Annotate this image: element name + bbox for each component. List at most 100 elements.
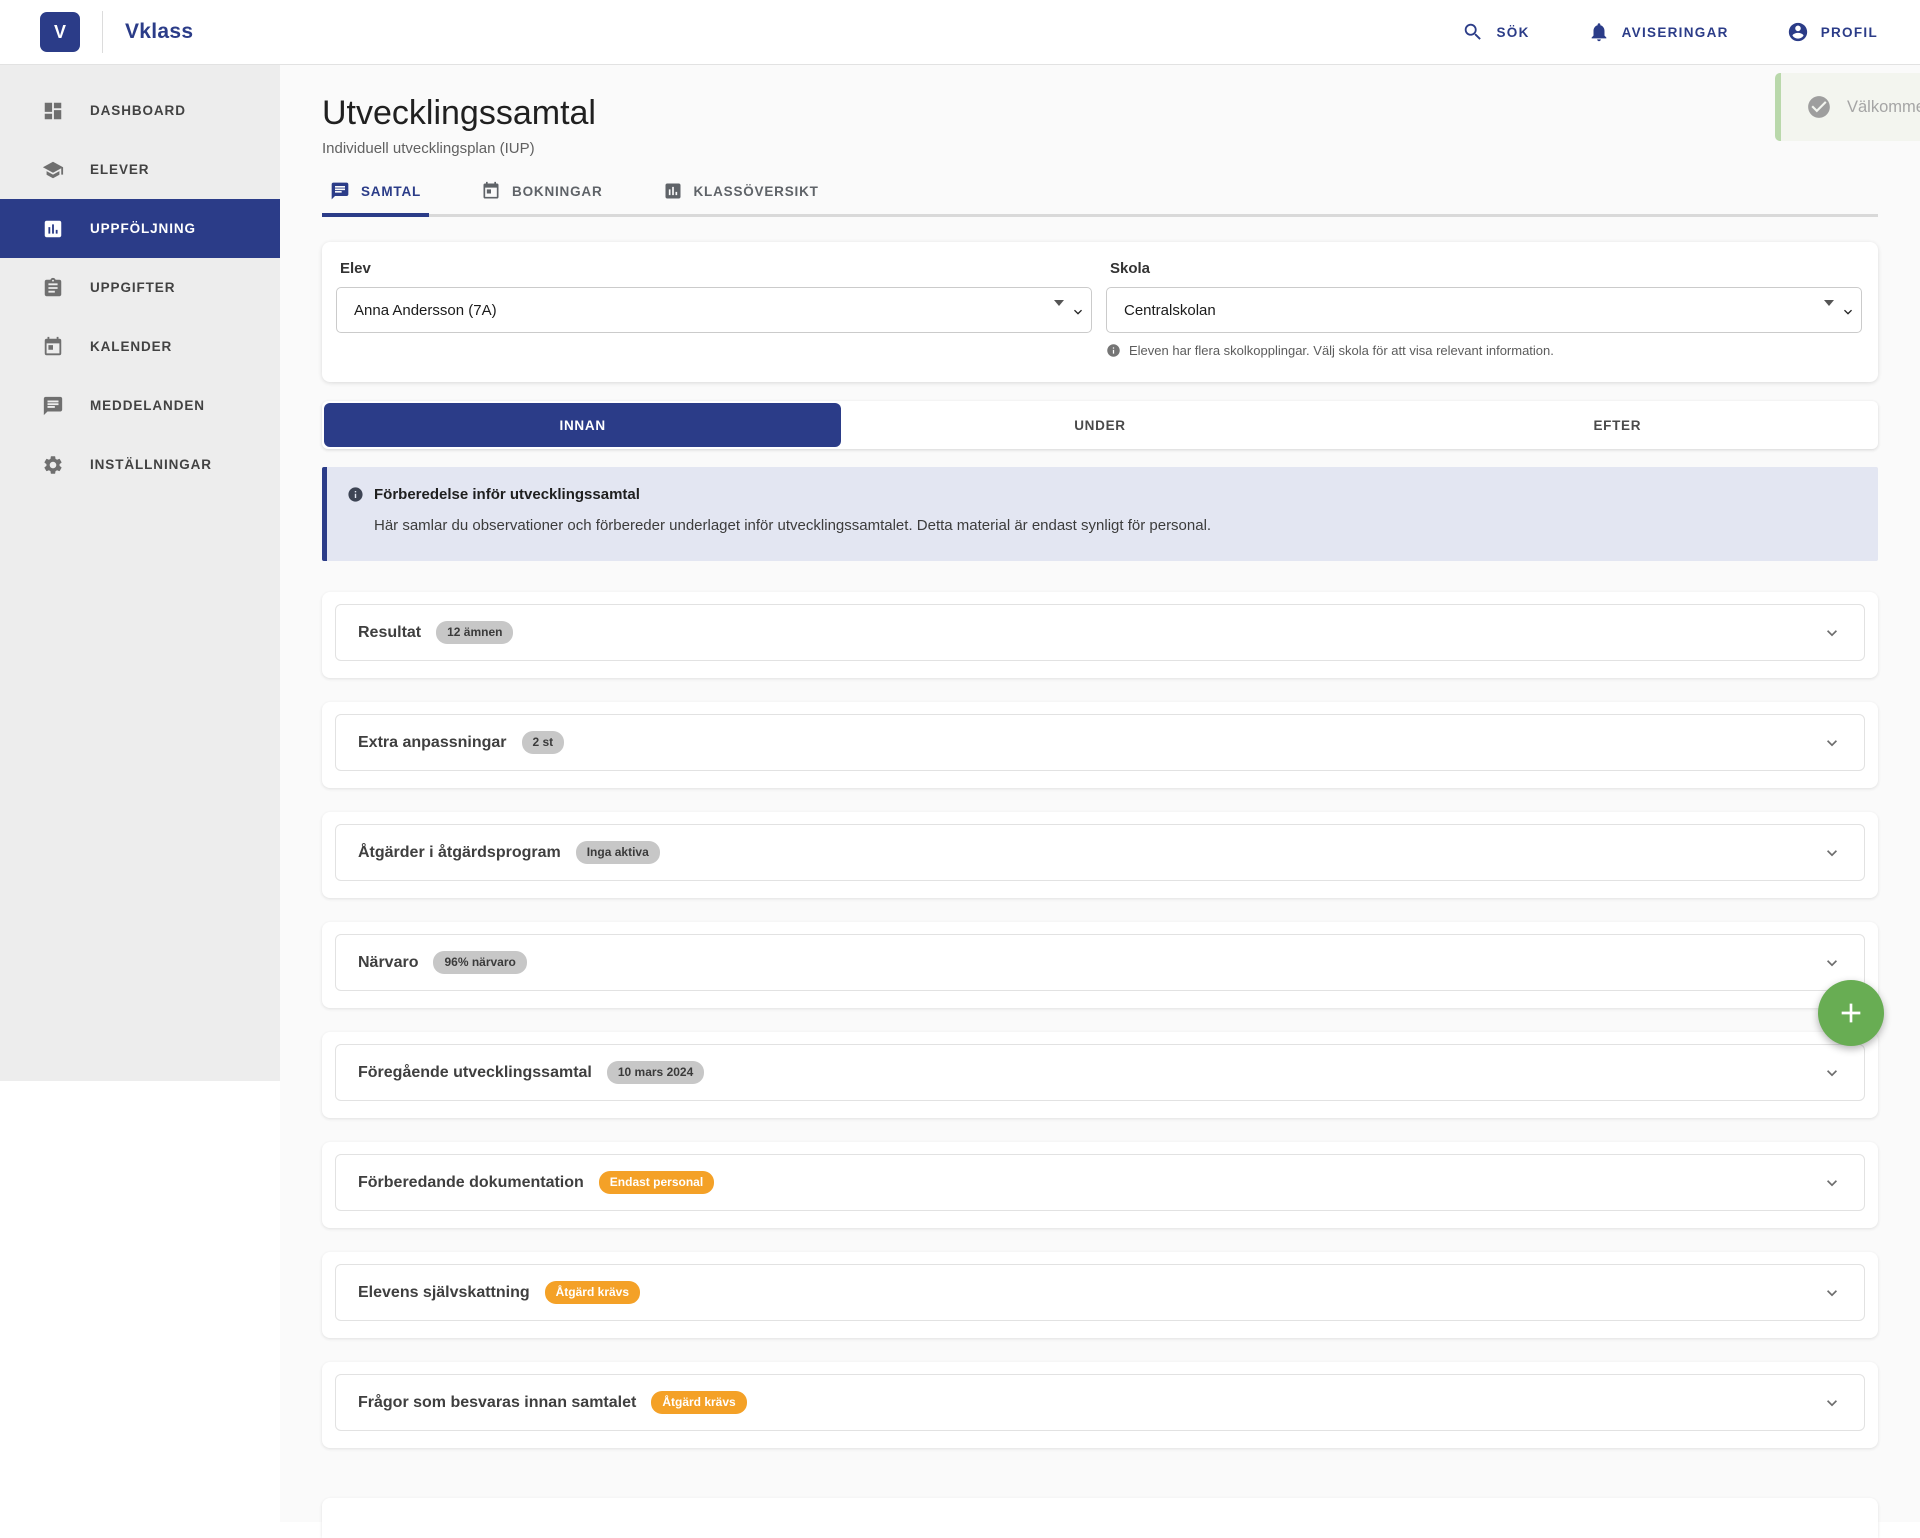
status-badge: 96% närvaro <box>433 951 526 974</box>
gear-icon <box>42 454 64 476</box>
section-card-extra-anpassningar: Extra anpassningar 2 st <box>322 702 1878 788</box>
sidebar-item-label: DASHBOARD <box>90 103 186 118</box>
accordion-header[interactable]: Närvaro 96% närvaro <box>335 934 1865 991</box>
page-title: Utvecklingssamtal <box>322 93 1878 133</box>
chevron-down-icon[interactable] <box>1822 1063 1842 1083</box>
student-filter: Elev Anna Andersson (7A) <box>336 258 1092 358</box>
accordion-header[interactable]: Åtgärder i åtgärdsprogram Inga aktiva <box>335 824 1865 881</box>
sidebar: DASHBOARD ELEVER UPPFÖLJNING UPPGIFTER K… <box>0 65 280 1081</box>
info-icon <box>347 486 364 503</box>
accordion-header[interactable]: Förberedande dokumentation Endast person… <box>335 1154 1865 1211</box>
chart-icon <box>663 181 683 201</box>
chevron-down-icon[interactable] <box>1822 623 1842 643</box>
info-banner-body: Här samlar du observationer och förbered… <box>374 517 1854 534</box>
student-select[interactable]: Anna Andersson (7A) <box>336 287 1092 333</box>
tab-label: SAMTAL <box>361 184 421 199</box>
status-badge: 2 st <box>522 731 565 754</box>
status-badge: Åtgärd krävs <box>651 1391 746 1414</box>
chevron-down-icon[interactable] <box>1822 1393 1842 1413</box>
app-logo[interactable]: V <box>40 12 80 52</box>
tab-bokningar[interactable]: BOKNINGAR <box>473 172 610 214</box>
school-icon <box>42 159 64 181</box>
school-hint-text: Eleven har flera skolkopplingar. Välj sk… <box>1129 343 1554 358</box>
accordion-title: Förberedande dokumentation <box>358 1174 584 1192</box>
sidebar-item-inst-llningar[interactable]: INSTÄLLNINGAR <box>0 435 280 494</box>
sidebar-item-uppf-ljning[interactable]: UPPFÖLJNING <box>0 199 280 258</box>
person-icon <box>1787 21 1809 43</box>
calendar-icon <box>481 181 501 201</box>
tab-label: KLASSÖVERSIKT <box>694 184 819 199</box>
chevron-down-icon[interactable] <box>1822 953 1842 973</box>
status-badge: 10 mars 2024 <box>607 1061 704 1084</box>
phase-segmented-control: INNAN UNDER EFTER <box>322 401 1878 449</box>
main-content: Utvecklingssamtal Individuell utveckling… <box>280 65 1920 1522</box>
search-button[interactable]: SÖK <box>1462 21 1529 43</box>
section-card-elevens-sj-lvskattning: Elevens självskattning Åtgärd krävs <box>322 1252 1878 1338</box>
topbar-actions: SÖK AVISERINGAR PROFIL <box>1462 21 1920 43</box>
chevron-down-icon[interactable] <box>1822 843 1842 863</box>
phase-label: EFTER <box>1593 418 1641 433</box>
student-select-label: Elev <box>336 258 1092 287</box>
partial-card <box>322 1498 1878 1538</box>
tab-bar: SAMTAL BOKNINGAR KLASSÖVERSIKT <box>322 172 1878 217</box>
info-banner-header: Förberedelse inför utvecklingssamtal <box>347 486 1854 503</box>
accordion-header[interactable]: Extra anpassningar 2 st <box>335 714 1865 771</box>
sidebar-item-label: KALENDER <box>90 339 172 354</box>
tab-samtal[interactable]: SAMTAL <box>322 172 429 214</box>
sidebar-item-meddelanden[interactable]: MEDDELANDEN <box>0 376 280 435</box>
logo-letter: V <box>54 22 66 43</box>
accordion-header[interactable]: Resultat 12 ämnen <box>335 604 1865 661</box>
info-banner-title: Förberedelse inför utvecklingssamtal <box>374 486 640 503</box>
toast-notification: Välkommen ti <box>1775 73 1920 141</box>
section-list: Resultat 12 ämnen Extra anpassningar 2 s… <box>322 592 1878 1448</box>
status-badge: Åtgärd krävs <box>545 1281 640 1304</box>
triangle-down-icon <box>1824 300 1834 306</box>
phase-button-efter[interactable]: EFTER <box>1359 403 1876 447</box>
sidebar-item-label: MEDDELANDEN <box>90 398 205 413</box>
sidebar-item-label: UPPGIFTER <box>90 280 175 295</box>
toast-message: Välkommen ti <box>1847 98 1920 117</box>
accordion-title: Närvaro <box>358 954 418 972</box>
notifications-button[interactable]: AVISERINGAR <box>1588 21 1729 43</box>
triangle-down-icon <box>1054 300 1064 306</box>
status-badge: 12 ämnen <box>436 621 513 644</box>
school-select[interactable]: Centralskolan <box>1106 287 1862 333</box>
page-subtitle: Individuell utvecklingsplan (IUP) <box>322 140 1878 157</box>
info-banner: Förberedelse inför utvecklingssamtal Här… <box>322 467 1878 561</box>
school-select-value: Centralskolan <box>1124 302 1216 319</box>
accordion-title: Extra anpassningar <box>358 734 507 752</box>
phase-label: INNAN <box>560 418 606 433</box>
sidebar-item-uppgifter[interactable]: UPPGIFTER <box>0 258 280 317</box>
student-select-value: Anna Andersson (7A) <box>354 302 497 319</box>
search-icon <box>1462 21 1484 43</box>
chat-icon <box>42 395 64 417</box>
school-hint: Eleven har flera skolkopplingar. Välj sk… <box>1106 343 1862 358</box>
notifications-label: AVISERINGAR <box>1622 25 1729 40</box>
school-filter: Skola Centralskolan Eleven har flera sko… <box>1106 258 1862 358</box>
plus-icon <box>1835 997 1867 1029</box>
sidebar-item-label: UPPFÖLJNING <box>90 221 196 236</box>
sidebar-item-kalender[interactable]: KALENDER <box>0 317 280 376</box>
section-card-f-rberedande-dokumentation: Förberedande dokumentation Endast person… <box>322 1142 1878 1228</box>
sidebar-item-elever[interactable]: ELEVER <box>0 140 280 199</box>
phase-button-innan[interactable]: INNAN <box>324 403 841 447</box>
accordion-header[interactable]: Frågor som besvaras innan samtalet Åtgär… <box>335 1374 1865 1431</box>
accordion-header[interactable]: Föregående utvecklingssamtal 10 mars 202… <box>335 1044 1865 1101</box>
phase-button-under[interactable]: UNDER <box>841 403 1358 447</box>
chevron-down-icon[interactable] <box>1822 1173 1842 1193</box>
chart-icon <box>42 218 64 240</box>
brand-name: Vklass <box>125 20 193 44</box>
chevron-down-icon[interactable] <box>1822 1283 1842 1303</box>
info-icon <box>1106 343 1121 358</box>
tab-klass-versikt[interactable]: KLASSÖVERSIKT <box>655 172 827 214</box>
sidebar-item-dashboard[interactable]: DASHBOARD <box>0 81 280 140</box>
profile-button[interactable]: PROFIL <box>1787 21 1878 43</box>
section-card-resultat: Resultat 12 ämnen <box>322 592 1878 678</box>
accordion-header[interactable]: Elevens självskattning Åtgärd krävs <box>335 1264 1865 1321</box>
search-label: SÖK <box>1496 25 1529 40</box>
chevron-down-icon[interactable] <box>1822 733 1842 753</box>
status-badge: Endast personal <box>599 1171 714 1194</box>
sidebar-item-label: ELEVER <box>90 162 149 177</box>
section-card-tg-rder-i-tg-rdsprogram: Åtgärder i åtgärdsprogram Inga aktiva <box>322 812 1878 898</box>
add-button[interactable] <box>1818 980 1884 1046</box>
